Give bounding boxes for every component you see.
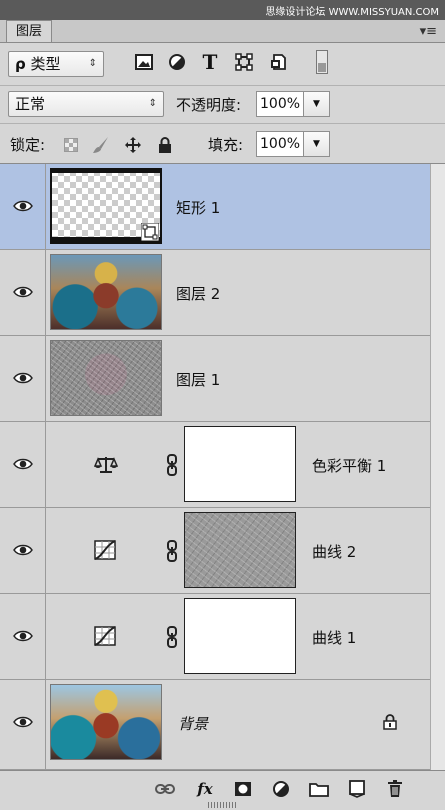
- new-group-icon[interactable]: [308, 778, 330, 800]
- layer-name: 矩形 1: [176, 199, 221, 217]
- fill-dropdown-button[interactable]: ▼: [304, 131, 330, 157]
- panel-menu-icon[interactable]: ▾≡: [420, 24, 437, 39]
- tab-layers[interactable]: 图层: [6, 20, 52, 42]
- panel-tab-row: 图层 ▾≡: [0, 20, 445, 43]
- mask-link-icon[interactable]: [166, 626, 178, 648]
- layer-thumbnail: [50, 340, 162, 416]
- opacity-dropdown-button[interactable]: ▼: [304, 91, 330, 117]
- add-mask-icon[interactable]: [232, 778, 254, 800]
- vector-mask-badge-icon: [141, 223, 159, 241]
- eye-icon[interactable]: [13, 371, 33, 385]
- visibility-column: [0, 422, 46, 507]
- layer-name: 图层 2: [176, 285, 221, 303]
- layer-row-color-balance-1[interactable]: 色彩平衡 1: [0, 422, 430, 508]
- layer-row-rectangle-1[interactable]: 矩形 1: [0, 164, 430, 250]
- lock-image-pixels-icon[interactable]: [92, 136, 110, 154]
- layer-mask-thumbnail: [184, 598, 296, 674]
- mask-link-icon[interactable]: [166, 540, 178, 562]
- layers-scrollbar[interactable]: [430, 164, 445, 770]
- shape-edge-top: [52, 170, 160, 173]
- filter-kind-label: 类型: [30, 55, 61, 73]
- dropdown-arrow-icon: ▼: [313, 99, 320, 109]
- smart-object-icon[interactable]: [267, 51, 289, 73]
- eye-icon[interactable]: [13, 285, 33, 299]
- eye-icon[interactable]: [13, 457, 33, 471]
- shape-icon[interactable]: [233, 51, 255, 73]
- resize-grip[interactable]: [208, 802, 238, 808]
- lock-icon: [383, 714, 397, 730]
- mask-link-icon[interactable]: [166, 454, 178, 476]
- panel-title-strip: 思缘设计论坛 WWW.MISSYUAN.COM: [0, 0, 445, 20]
- curves-icon: [94, 540, 116, 560]
- layer-row-layer-1[interactable]: 图层 1: [0, 336, 430, 422]
- opacity-label: 不透明度:: [176, 96, 242, 114]
- lock-transparent-pixels-icon[interactable]: [62, 136, 80, 154]
- blend-mode-dropdown[interactable]: 正常 ⇕: [8, 91, 164, 117]
- fill-label: 填充:: [208, 136, 244, 154]
- fx-label: fx: [197, 780, 213, 798]
- lock-label: 锁定:: [10, 136, 46, 154]
- watermark-text: 思缘设计论坛 WWW.MISSYUAN.COM: [265, 7, 439, 18]
- filter-toolbar: ρ 类型 ⇕ T: [0, 43, 445, 86]
- layer-thumbnail: [50, 168, 162, 244]
- layer-name: 曲线 1: [312, 629, 357, 647]
- eye-icon[interactable]: [13, 543, 33, 557]
- blend-toolbar: 正常 ⇕ 不透明度: 100% ▼: [0, 86, 445, 124]
- layers-list: 矩形 1 图层 2 图层 1 色彩平衡 1 曲线 2 曲线 1 背景: [0, 164, 430, 770]
- layer-row-background[interactable]: 背景: [0, 680, 430, 770]
- visibility-column: [0, 680, 46, 769]
- image-icon[interactable]: [133, 51, 155, 73]
- visibility-column: [0, 164, 46, 249]
- link-layers-icon[interactable]: [154, 778, 176, 800]
- visibility-column: [0, 250, 46, 335]
- layer-thumbnail: [50, 254, 162, 330]
- layer-name: 背景: [178, 715, 209, 733]
- layers-bottom-bar: fx: [0, 770, 445, 810]
- layer-name: 曲线 2: [312, 543, 357, 561]
- dropdown-arrow-icon: ▼: [313, 139, 320, 149]
- new-layer-icon[interactable]: [346, 778, 368, 800]
- visibility-column: [0, 336, 46, 421]
- search-icon: ρ: [15, 55, 26, 73]
- text-icon[interactable]: T: [199, 50, 221, 74]
- layer-row-curves-1[interactable]: 曲线 1: [0, 594, 430, 680]
- dropdown-arrow-icon: ⇕: [148, 98, 157, 109]
- fx-icon[interactable]: fx: [194, 778, 216, 800]
- color-balance-icon: [94, 457, 118, 473]
- blend-mode-value: 正常: [15, 95, 46, 113]
- visibility-column: [0, 508, 46, 593]
- layer-mask-thumbnail: [184, 426, 296, 502]
- delete-layer-icon[interactable]: [384, 778, 406, 800]
- new-adjustment-layer-icon[interactable]: [270, 778, 292, 800]
- eye-icon[interactable]: [13, 715, 33, 729]
- layer-mask-thumbnail: [184, 512, 296, 588]
- layer-row-curves-2[interactable]: 曲线 2: [0, 508, 430, 594]
- opacity-input[interactable]: 100%: [256, 91, 304, 117]
- layer-row-layer-2[interactable]: 图层 2: [0, 250, 430, 336]
- dropdown-arrow-icon: ⇕: [88, 58, 97, 69]
- adjustment-icon[interactable]: [166, 51, 188, 73]
- eye-icon[interactable]: [13, 199, 33, 213]
- filter-toggle-icon[interactable]: [315, 50, 329, 74]
- visibility-column: [0, 594, 46, 679]
- layers-panel: 思缘设计论坛 WWW.MISSYUAN.COM 图层 ▾≡ ρ 类型 ⇕ T 正…: [0, 0, 445, 810]
- lock-toolbar: 锁定: 填充: 100% ▼: [0, 124, 445, 164]
- fill-input[interactable]: 100%: [256, 131, 304, 157]
- filter-kind-dropdown[interactable]: ρ 类型 ⇕: [8, 51, 104, 77]
- layer-name: 色彩平衡 1: [312, 457, 387, 475]
- curves-icon: [94, 626, 116, 646]
- eye-icon[interactable]: [13, 629, 33, 643]
- layer-thumbnail: [50, 684, 162, 760]
- layer-name: 图层 1: [176, 371, 221, 389]
- lock-position-icon[interactable]: [124, 136, 142, 154]
- lock-all-icon[interactable]: [156, 136, 174, 154]
